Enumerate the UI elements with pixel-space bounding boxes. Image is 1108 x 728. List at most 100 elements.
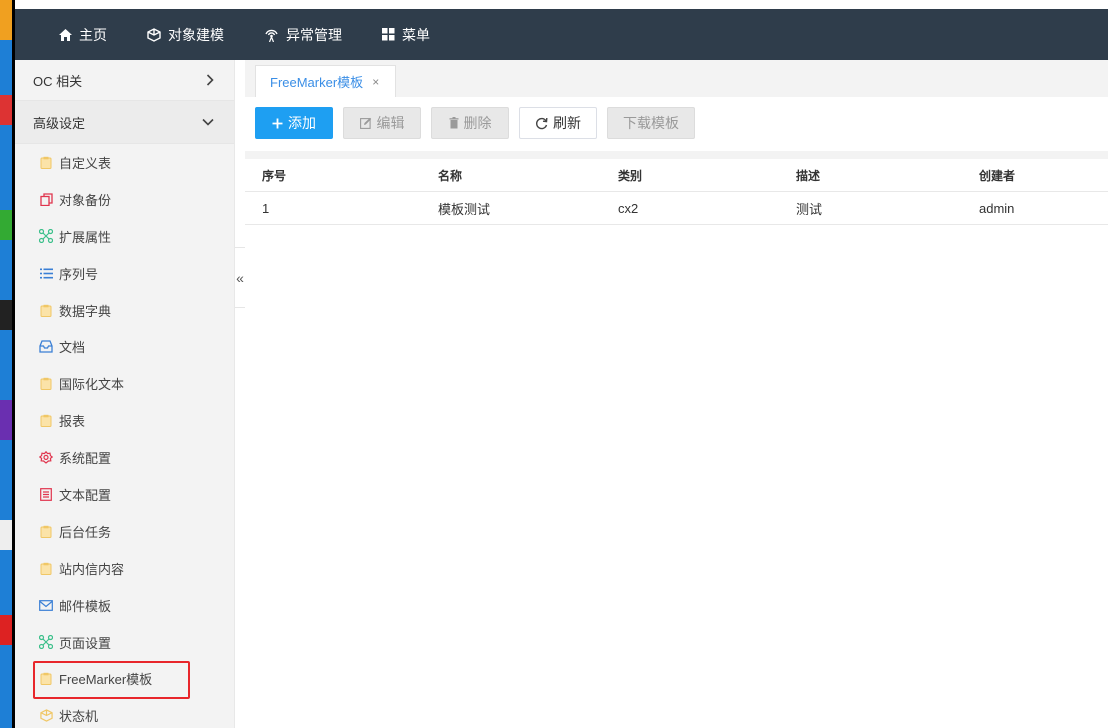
clipboard-icon — [39, 414, 53, 428]
sidebar-item-message-content[interactable]: 站内信内容 — [15, 550, 234, 587]
sidebar-item-label: 数据字典 — [59, 303, 112, 319]
clipboard-icon — [39, 303, 53, 317]
sidebar-group-advanced[interactable]: 高级设定 — [15, 101, 234, 144]
tab-label: FreeMarker模板 — [270, 75, 364, 90]
nav-exception-management[interactable]: 异常管理 — [264, 25, 342, 45]
sidebar-item-page-settings[interactable]: 页面设置 — [15, 624, 234, 661]
form-icon — [39, 487, 53, 501]
main-content: FreeMarker模板 × 添加 编辑 删除 刷新 下载模板 序号 名称 类别… — [245, 60, 1108, 728]
table-cell: admin — [979, 200, 1015, 216]
sidebar-item-system-config[interactable]: 系统配置 — [15, 439, 234, 476]
sidebar-item-label: FreeMarker模板 — [59, 672, 153, 688]
sidebar-item-data-dictionary[interactable]: 数据字典 — [15, 292, 234, 329]
column-header[interactable]: 序号 — [245, 167, 421, 184]
sidebar-item-label: 扩展属性 — [59, 229, 112, 245]
tab-freemarker-template[interactable]: FreeMarker模板 × — [255, 65, 396, 97]
chevron-down-icon — [202, 118, 214, 126]
sidebar-item-label: 状态机 — [59, 709, 99, 725]
edit-icon — [359, 117, 371, 129]
plus-icon — [272, 118, 283, 128]
trash-icon — [449, 117, 458, 129]
sidebar-item-label: 页面设置 — [59, 635, 112, 651]
sidebar-item-mail-template[interactable]: 邮件模板 — [15, 587, 234, 624]
sidebar-item-extended-attributes[interactable]: 扩展属性 — [15, 218, 234, 255]
sidebar-item-state-machine[interactable]: 状态机 — [15, 697, 234, 728]
add-button[interactable]: 添加 — [255, 107, 333, 139]
sidebar-item-object-backup[interactable]: 对象备份 — [15, 181, 234, 218]
nav-menu-label: 菜单 — [402, 26, 430, 43]
column-header[interactable]: 创建者 — [962, 167, 1108, 184]
column-header[interactable]: 名称 — [421, 167, 601, 184]
clipboard-icon — [39, 561, 53, 575]
sidebar-item-serial-number[interactable]: 序列号 — [15, 255, 234, 292]
sidebar: OC 相关 高级设定 自定义表 对象备份 扩展属性 序列号 数据字典 文档 国际… — [15, 60, 235, 728]
gear-icon — [39, 450, 53, 465]
clipboard-icon — [39, 377, 53, 391]
sidebar-item-documents[interactable]: 文档 — [15, 328, 234, 365]
nav-object-modeling-label: 对象建模 — [168, 26, 224, 43]
sidebar-item-label: 站内信内容 — [59, 561, 125, 577]
add-button-label: 添加 — [288, 115, 316, 131]
copy-icon — [39, 192, 53, 206]
clipboard-icon — [39, 672, 53, 686]
network-icon — [39, 635, 53, 650]
sidebar-item-label: 后台任务 — [59, 524, 112, 540]
inbox-icon — [39, 340, 53, 354]
nav-object-modeling[interactable]: 对象建模 — [147, 25, 224, 45]
broadcast-icon — [265, 29, 278, 42]
sidebar-item-freemarker-template[interactable]: FreeMarker模板 — [15, 660, 234, 697]
chevron-right-icon — [206, 74, 214, 86]
cube-icon — [147, 27, 161, 42]
cube-icon — [39, 709, 53, 723]
sidebar-item-label: 报表 — [59, 414, 86, 430]
sidebar-group-label: OC 相关 — [33, 73, 83, 89]
sidebar-item-text-config[interactable]: 文本配置 — [15, 476, 234, 513]
sidebar-item-custom-table[interactable]: 自定义表 — [15, 144, 234, 181]
sidebar-item-reports[interactable]: 报表 — [15, 402, 234, 439]
edit-button[interactable]: 编辑 — [343, 107, 421, 139]
sidebar-group-label: 高级设定 — [33, 115, 86, 131]
column-header[interactable]: 类别 — [601, 167, 779, 184]
grid-icon — [382, 28, 395, 41]
refresh-button-label: 刷新 — [553, 115, 581, 131]
sidebar-item-label: 国际化文本 — [59, 377, 125, 393]
sidebar-item-label: 自定义表 — [59, 155, 112, 171]
sidebar-item-label: 文本配置 — [59, 487, 112, 503]
sidebar-item-label: 系统配置 — [59, 451, 112, 467]
data-table: 序号 名称 类别 描述 创建者 1 模板测试 cx2 测试 admin — [245, 159, 1108, 728]
column-header[interactable]: 描述 — [779, 167, 962, 184]
clipboard-icon — [39, 155, 53, 169]
window-top-strip — [15, 0, 1108, 9]
download-template-label: 下载模板 — [623, 115, 679, 131]
delete-button[interactable]: 删除 — [431, 107, 509, 139]
nav-home[interactable]: 主页 — [59, 25, 107, 45]
double-chevron-left-icon: « — [236, 269, 244, 286]
table-cell: cx2 — [618, 200, 639, 216]
clipboard-icon — [39, 524, 53, 538]
table-cell: 测试 — [796, 201, 823, 217]
nav-exception-management-label: 异常管理 — [286, 26, 342, 43]
list-icon — [39, 266, 53, 280]
sidebar-item-background-tasks[interactable]: 后台任务 — [15, 513, 234, 550]
refresh-button[interactable]: 刷新 — [519, 107, 597, 139]
app-window: 主页 对象建模 异常管理 菜单 OC 相关 高级设定 自定义表 对象备份 扩展属… — [15, 0, 1108, 728]
delete-button-label: 删除 — [463, 115, 492, 131]
nav-menu[interactable]: 菜单 — [382, 25, 430, 45]
download-template-button[interactable]: 下载模板 — [607, 107, 695, 139]
tab-bar: FreeMarker模板 × — [245, 60, 1108, 97]
close-icon[interactable]: × — [372, 75, 379, 89]
mail-icon — [39, 598, 53, 612]
top-nav-bar: 主页 对象建模 异常管理 菜单 — [15, 9, 1108, 60]
table-cell: 1 — [262, 200, 270, 216]
network-icon — [39, 229, 53, 244]
sidebar-item-label: 邮件模板 — [59, 598, 112, 614]
sidebar-item-label: 文档 — [59, 340, 86, 356]
home-icon — [59, 28, 72, 41]
nav-home-label: 主页 — [79, 26, 107, 43]
sidebar-item-i18n-text[interactable]: 国际化文本 — [15, 365, 234, 402]
sidebar-group-oc[interactable]: OC 相关 — [15, 60, 234, 101]
table-row[interactable]: 1 模板测试 cx2 测试 admin — [245, 192, 1108, 225]
sidebar-item-label: 序列号 — [59, 266, 99, 282]
table-cell: 模板测试 — [438, 201, 491, 217]
sidebar-item-label: 对象备份 — [59, 192, 112, 208]
